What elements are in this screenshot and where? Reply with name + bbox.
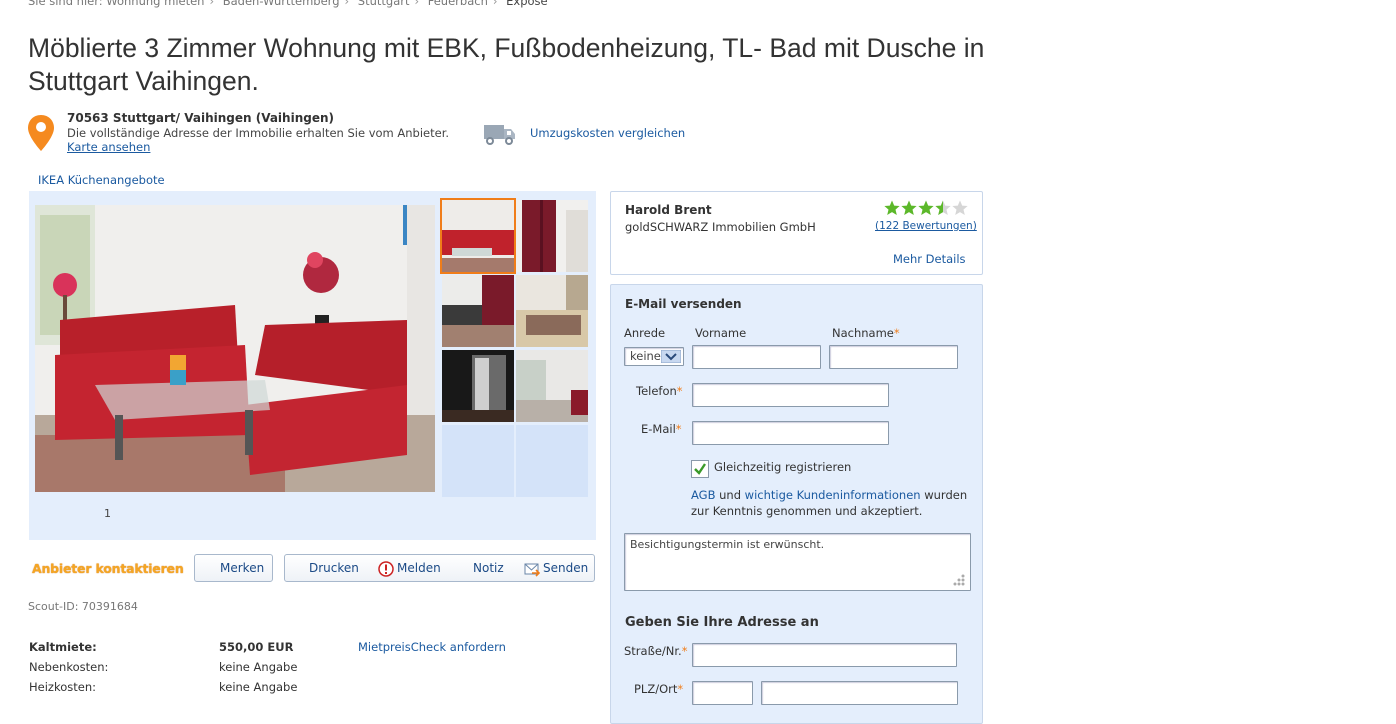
breadcrumb-prefix: Sie sind hier: [28,0,103,8]
email-input[interactable] [692,421,889,445]
ikea-link[interactable]: IKEA Küchenangebote [38,173,165,187]
map-pin-icon [28,115,54,151]
star-icon [918,200,934,215]
moving-costs-link[interactable]: Umzugskosten vergleichen [530,126,685,140]
resize-handle-icon[interactable] [952,573,966,587]
agb-link[interactable]: AGB [691,488,715,502]
salutation-value: keine [630,349,661,363]
gallery-thumbnail[interactable] [516,350,588,422]
gallery-thumbnail[interactable] [516,275,588,347]
rating-stars [884,200,968,215]
map-link[interactable]: Karte ansehen [67,140,150,154]
breadcrumb: Sie sind hier: Wohnung mieten › Baden-Wür… [28,0,548,8]
gallery-thumbnail-empty [442,425,514,497]
address-note: Die vollständige Adresse der Immobilie e… [67,126,450,140]
cold-rent-label: Kaltmiete: [29,640,97,654]
gallery-thumbnail[interactable] [442,275,514,347]
additional-costs-value: keine Angabe [219,660,298,674]
breadcrumb-item[interactable]: Baden-Württemberg [223,0,340,8]
page-title: Möblierte 3 Zimmer Wohnung mit EBK, Fußb… [28,33,985,96]
terms-and: und [719,488,742,502]
breadcrumb-current: Exposé [506,0,548,8]
rent-check-link[interactable]: MietpreisCheck anfordern [358,640,506,654]
phone-input[interactable] [692,383,889,407]
phone-label: Telefon* [636,384,683,398]
address-line: 70563 Stuttgart/ Vaihingen (Vaihingen) [67,111,334,125]
breadcrumb-item[interactable]: Feuerbach [428,0,488,8]
terms-text: AGB und wichtige Kundeninformationen wur… [691,487,976,519]
first-name-label: Vorname [695,326,747,340]
star-icon [901,200,917,215]
star-icon [952,200,968,215]
report-button[interactable]: Melden [397,561,441,575]
email-label: E-Mail* [641,422,682,436]
street-input[interactable] [692,643,957,667]
zip-input[interactable] [692,681,753,705]
message-text: Besichtigungstermin ist erwünscht. [630,538,825,551]
agent-company: goldSCHWARZ Immobilien GmbH [625,220,816,234]
last-name-input[interactable] [829,345,958,369]
register-label: Gleichzeitig registrieren [714,460,852,474]
gallery-thumbnail[interactable] [442,350,514,422]
main-photo[interactable] [35,205,435,492]
star-icon [884,200,900,215]
save-button-label: Merken [220,561,265,575]
customer-info-link[interactable]: wichtige Kundeninformationen [745,488,921,502]
save-button[interactable]: Merken [194,554,273,582]
gallery-thumbnail[interactable] [440,198,516,274]
form-heading: E-Mail versenden [625,297,742,311]
breadcrumb-item[interactable]: Wohnung mieten [106,0,204,8]
gallery-page-number[interactable]: 1 [104,507,111,520]
additional-costs-label: Nebenkosten: [29,660,109,674]
message-textarea[interactable]: Besichtigungstermin ist erwünscht. [624,533,971,591]
scout-id: Scout-ID: 70391684 [28,600,138,613]
moving-truck-icon [484,125,515,145]
contact-provider-link[interactable]: Anbieter kontaktieren [32,561,184,576]
print-button[interactable]: Drucken [309,561,359,575]
more-details-link[interactable]: Mehr Details [893,252,966,266]
heating-costs-value: keine Angabe [219,680,298,694]
cold-rent-value: 550,00 EUR [219,640,294,654]
salutation-select[interactable]: keine [624,347,684,366]
last-name-label: Nachname* [832,326,900,340]
gallery-thumbnail-empty [516,425,588,497]
heating-costs-label: Heizkosten: [29,680,96,694]
reviews-link[interactable]: (122 Bewertungen) [875,220,977,232]
chevron-down-icon [661,350,681,363]
gallery-thumbnail[interactable] [516,200,588,272]
city-input[interactable] [761,681,958,705]
action-bar: Drucken Melden Notiz Senden [284,554,595,582]
warning-icon [378,561,394,577]
breadcrumb-item[interactable]: Stuttgart [358,0,410,8]
note-button[interactable]: Notiz [473,561,504,575]
checkmark-icon [694,463,706,475]
street-label: Straße/Nr.* [624,644,688,658]
send-mail-icon [524,563,540,577]
register-checkbox[interactable] [691,460,709,478]
agent-name: Harold Brent [625,203,712,217]
first-name-input[interactable] [692,345,821,369]
salutation-label: Anrede [624,326,666,340]
send-button[interactable]: Senden [543,561,588,575]
address-heading: Geben Sie Ihre Adresse an [625,615,819,630]
zip-city-label: PLZ/Ort* [634,682,684,696]
